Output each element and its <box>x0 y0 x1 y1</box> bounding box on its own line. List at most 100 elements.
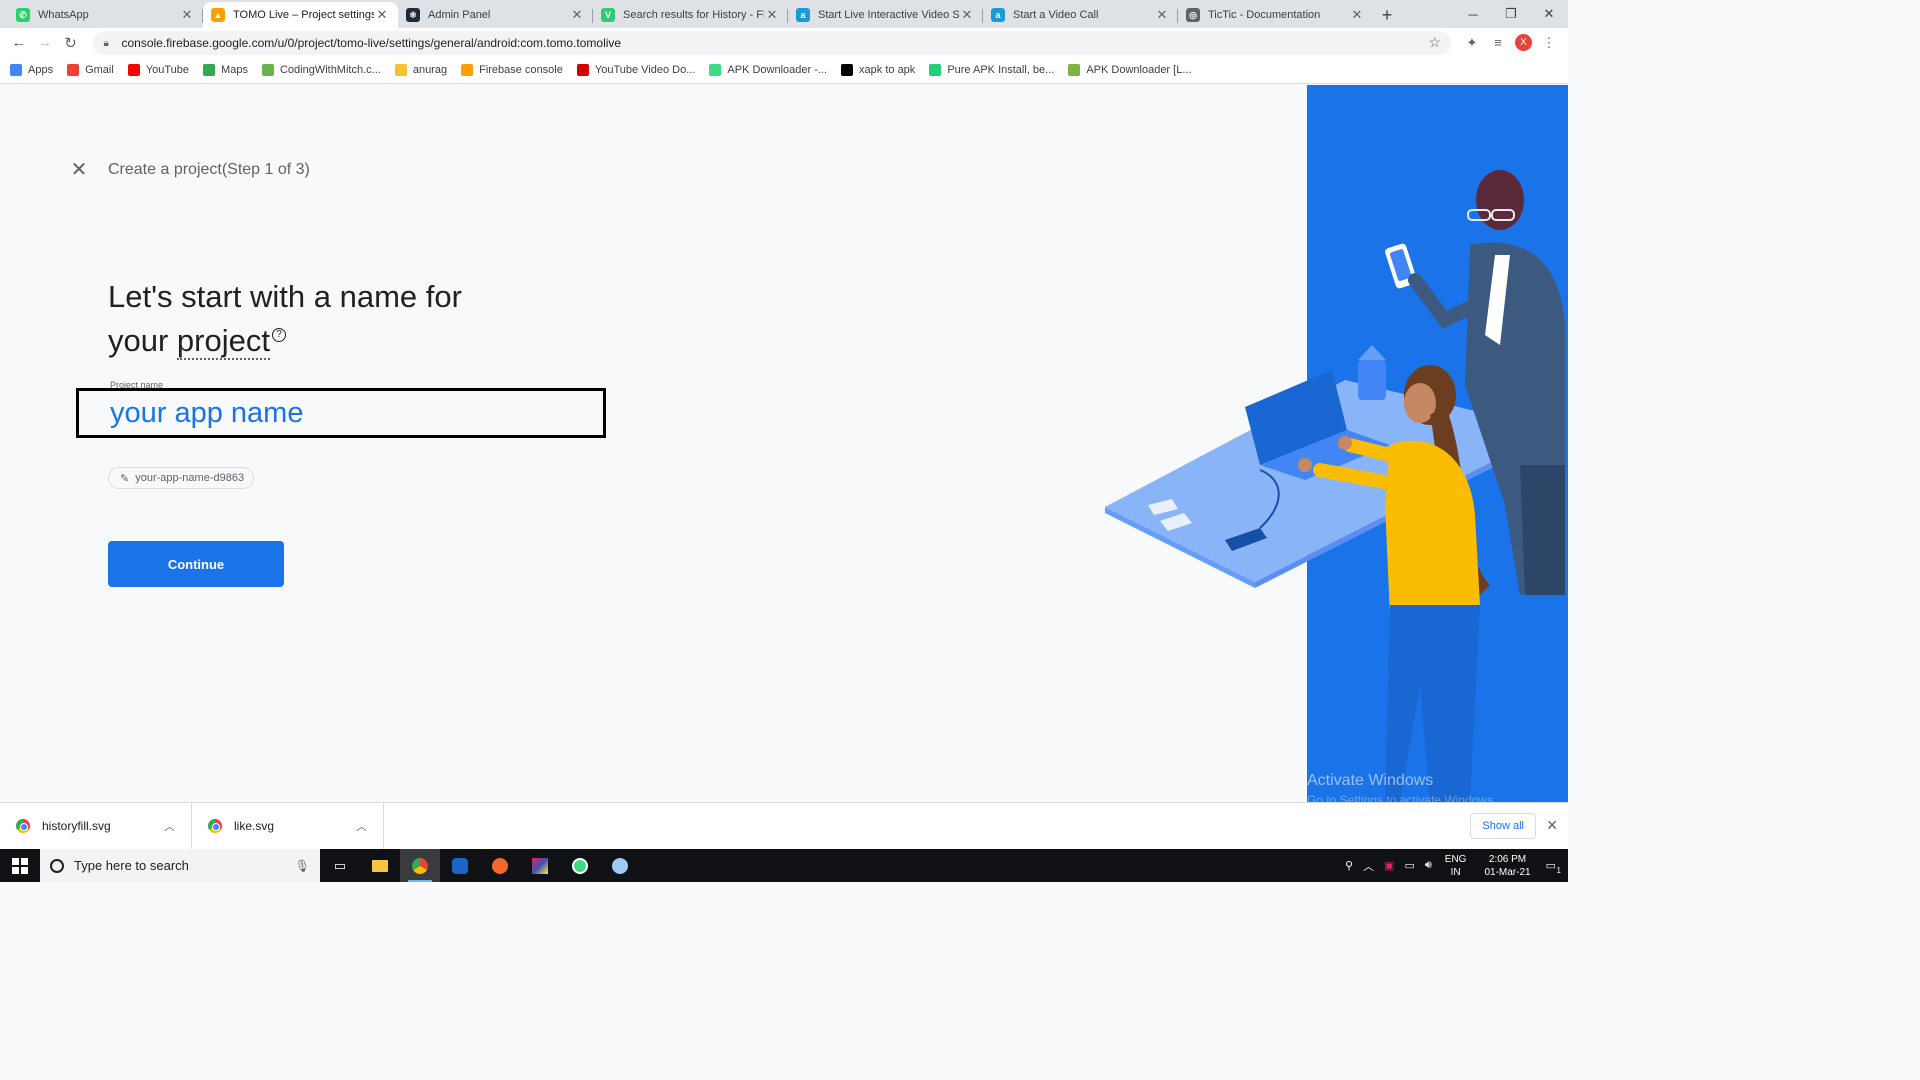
notification-count: 1 <box>1556 866 1561 875</box>
url-text[interactable]: console.firebase.google.com/u/0/project/… <box>121 36 1428 50</box>
tab-admin-panel[interactable]: ⚛ Admin Panel ✕ <box>398 2 593 28</box>
download-item[interactable]: historyfill.svg ︿ <box>0 802 192 850</box>
bookmark-label: xapk to apk <box>859 64 916 76</box>
android-icon <box>709 64 722 76</box>
taskbar-app-blue[interactable] <box>440 849 480 882</box>
taskbar-android-studio[interactable] <box>560 849 600 882</box>
tab-title: Start Live Interactive Video Strear <box>818 9 959 21</box>
bookmark-codingwithmitch[interactable]: CodingWithMitch.c... <box>261 64 381 76</box>
project-term-link[interactable]: project <box>176 323 270 360</box>
close-tab-icon[interactable]: ✕ <box>374 7 390 23</box>
bookmark-label: APK Downloader [L... <box>1086 64 1192 76</box>
address-bar[interactable]: 🔒︎ console.firebase.google.com/u/0/proje… <box>93 30 1451 55</box>
app-icon <box>492 857 508 874</box>
chevron-up-icon[interactable]: ︿ <box>1363 858 1374 874</box>
download-filename: historyfill.svg <box>42 819 111 833</box>
minimize-icon[interactable]: ─ <box>1454 0 1492 28</box>
apkpure-icon <box>929 64 942 76</box>
volume-icon[interactable]: 🔊︎ <box>1425 859 1432 872</box>
android-icon <box>261 64 274 76</box>
bookmark-star-icon[interactable]: ☆ <box>1428 34 1441 51</box>
people-icon[interactable]: ⚲ <box>1345 859 1353 872</box>
bookmark-youtube-video-downloader[interactable]: YouTube Video Do... <box>576 64 695 76</box>
reload-icon[interactable]: ↻ <box>58 30 84 56</box>
react-icon: ⚛ <box>406 8 420 22</box>
paint-icon <box>612 857 628 874</box>
bookmark-apps[interactable]: Apps <box>10 64 53 76</box>
forward-icon[interactable]: → <box>32 30 58 56</box>
chevron-up-icon[interactable]: ︿ <box>356 818 367 834</box>
show-all-button[interactable]: Show all <box>1470 813 1536 839</box>
globe-icon: ◎ <box>1186 8 1200 22</box>
taskbar-chrome[interactable] <box>400 849 440 882</box>
media-control-icon[interactable]: ≡ <box>1485 30 1511 56</box>
app-icon <box>452 857 468 874</box>
tab-strip: ✆ WhatsApp ✕ ▲ TOMO Live – Project setti… <box>0 0 1568 28</box>
network-icon[interactable]: ▭ <box>1404 859 1414 872</box>
bookmark-xapk-to-apk[interactable]: xapk to apk <box>841 64 915 76</box>
bookmark-anurag[interactable]: anurag <box>394 64 447 76</box>
apps-grid-icon <box>10 64 22 76</box>
back-icon[interactable]: ← <box>6 30 32 56</box>
windows-taskbar: Type here to search 🎙︎ ▭ ⚲ ︿ ▣ ▭ 🔊︎ ENG … <box>0 849 1568 882</box>
bookmark-apk-downloader[interactable]: APK Downloader -... <box>709 64 827 76</box>
bookmark-gmail[interactable]: Gmail <box>67 64 114 76</box>
close-tab-icon[interactable]: ✕ <box>1154 7 1170 23</box>
continue-button[interactable]: Continue <box>108 541 284 587</box>
extensions-icon[interactable]: ✦ <box>1459 30 1485 56</box>
tab-live-video-stream[interactable]: a Start Live Interactive Video Strear ✕ <box>788 2 983 28</box>
chevron-up-icon[interactable]: ︿ <box>164 818 175 834</box>
tab-whatsapp[interactable]: ✆ WhatsApp ✕ <box>8 2 203 28</box>
close-downloads-icon[interactable]: ✕ <box>1546 817 1558 834</box>
bookmark-apk-downloader-2[interactable]: APK Downloader [L... <box>1068 64 1192 76</box>
download-item[interactable]: like.svg ︿ <box>192 802 384 850</box>
help-icon[interactable]: ? <box>271 328 286 342</box>
taskbar-paint[interactable] <box>600 849 640 882</box>
bookmark-youtube[interactable]: YouTube <box>127 64 190 76</box>
bookmark-label: Gmail <box>85 64 114 76</box>
bookmark-label: YouTube <box>145 64 190 76</box>
project-illustration <box>1105 85 1568 802</box>
bookmark-label: CodingWithMitch.c... <box>279 64 381 76</box>
taskbar-app-orange[interactable] <box>480 849 520 882</box>
file-explorer-icon <box>372 859 388 872</box>
taskbar-app-colorful[interactable] <box>520 849 560 882</box>
headline-line-2-prefix: your <box>108 323 177 358</box>
task-view-button[interactable]: ▭ <box>320 849 360 882</box>
lock-icon[interactable]: 🔒︎ <box>103 38 113 49</box>
system-tray: ⚲ ︿ ▣ ▭ 🔊︎ ENG IN 2:06 PM 01-Mar-21 ▭ 1 <box>1340 849 1568 882</box>
close-tab-icon[interactable]: ✕ <box>959 7 975 23</box>
agora-icon: a <box>991 8 1005 22</box>
tab-tictic-docs[interactable]: ◎ TicTic - Documentation ✕ <box>1178 2 1373 28</box>
project-name-input[interactable]: your app name <box>76 388 606 438</box>
microphone-icon[interactable]: 🎙︎ <box>295 859 310 873</box>
tab-video-call[interactable]: a Start a Video Call ✕ <box>983 2 1178 28</box>
page-headline: Let's start with a name for your project… <box>108 275 528 363</box>
clock[interactable]: 2:06 PM 01-Mar-21 <box>1484 853 1530 879</box>
project-id-text: your-app-name-d9863 <box>135 472 245 484</box>
bookmark-firebase-console[interactable]: Firebase console <box>461 64 563 76</box>
notifications-icon[interactable]: ▭ 1 <box>1546 859 1561 875</box>
taskbar-file-explorer[interactable] <box>360 849 400 882</box>
window-controls: ─ ❐ ✕ <box>1454 0 1568 28</box>
language-indicator[interactable]: ENG IN <box>1445 853 1467 879</box>
tray-app-icon[interactable]: ▣ <box>1384 859 1394 872</box>
new-tab-button[interactable]: + <box>1373 2 1401 28</box>
close-tab-icon[interactable]: ✕ <box>764 7 780 23</box>
tab-firebase-project-settings[interactable]: ▲ TOMO Live – Project settings – Fi ✕ <box>203 2 398 28</box>
android-studio-icon <box>572 857 588 874</box>
bookmark-pure-apk[interactable]: Pure APK Install, be... <box>929 64 1054 76</box>
project-id-chip[interactable]: ✎ your-app-name-d9863 <box>108 467 255 489</box>
close-icon[interactable]: ✕ <box>70 160 88 180</box>
taskbar-search[interactable]: Type here to search 🎙︎ <box>40 849 320 882</box>
start-button[interactable] <box>0 849 40 882</box>
close-tab-icon[interactable]: ✕ <box>569 7 585 23</box>
restore-icon[interactable]: ❐ <box>1492 0 1530 28</box>
profile-avatar[interactable]: X <box>1514 34 1532 51</box>
tab-flaticon-search[interactable]: V Search results for History - Flatic ✕ <box>593 2 788 28</box>
bookmark-maps[interactable]: Maps <box>203 64 248 76</box>
close-tab-icon[interactable]: ✕ <box>1349 7 1365 23</box>
close-window-icon[interactable]: ✕ <box>1530 0 1568 28</box>
menu-icon[interactable]: ⋮ <box>1536 30 1562 56</box>
close-tab-icon[interactable]: ✕ <box>179 7 195 23</box>
